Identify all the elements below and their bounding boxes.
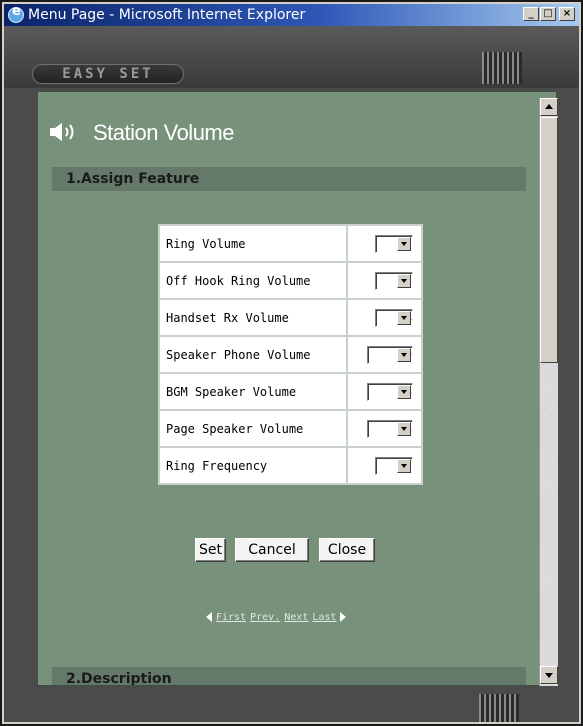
row-label: Off Hook Ring Volume: [160, 263, 346, 298]
table-row: BGM Speaker Volume 8: [160, 374, 421, 409]
internet-explorer-icon: [8, 4, 24, 23]
table-row: Speaker Phone Volume 10: [160, 337, 421, 372]
table-row: Ring Volume 3: [160, 226, 421, 261]
app-header: EASY SET: [4, 26, 579, 88]
close-window-button[interactable]: ×: [559, 7, 575, 21]
last-page-link[interactable]: Last: [312, 612, 336, 623]
window-title: Menu Page - Microsoft Internet Explorer: [28, 7, 306, 23]
speaker-volume-icon: [50, 123, 74, 141]
header-grip-decoration: [482, 52, 522, 84]
handset-rx-volume-select[interactable]: 4: [375, 308, 413, 327]
chevron-down-icon[interactable]: [397, 310, 411, 325]
scroll-down-button[interactable]: [540, 666, 558, 684]
browser-window: Menu Page - Microsoft Internet Explorer …: [0, 0, 583, 726]
ring-frequency-select[interactable]: 5: [375, 456, 413, 475]
scroll-up-button[interactable]: [540, 98, 558, 116]
row-label: BGM Speaker Volume: [160, 374, 346, 409]
set-button[interactable]: Set: [195, 538, 226, 562]
next-page-link[interactable]: Next: [284, 612, 308, 623]
chevron-down-icon[interactable]: [397, 347, 411, 362]
arrow-left-icon: [206, 612, 212, 622]
footer-grip-decoration: [479, 694, 519, 722]
row-label: Speaker Phone Volume: [160, 337, 346, 372]
chevron-down-icon[interactable]: [397, 421, 411, 436]
off-hook-ring-volume-select[interactable]: 3: [375, 271, 413, 290]
cancel-button[interactable]: Cancel: [235, 538, 309, 562]
first-page-link[interactable]: First: [216, 612, 246, 623]
minimize-button[interactable]: _: [523, 7, 539, 21]
bgm-speaker-volume-select[interactable]: 8: [367, 382, 413, 401]
table-row: Off Hook Ring Volume 3: [160, 263, 421, 298]
easy-set-logo: EASY SET: [32, 64, 184, 84]
prev-page-link[interactable]: Prev.: [250, 612, 280, 623]
row-label: Ring Volume: [160, 226, 346, 261]
arrow-right-icon: [340, 612, 347, 622]
table-row: Page Speaker Volume 8: [160, 411, 421, 446]
page-title: Station Volume: [93, 120, 234, 145]
speaker-phone-volume-select[interactable]: 10: [367, 345, 413, 364]
chevron-down-icon[interactable]: [397, 236, 411, 251]
chevron-down-icon[interactable]: [397, 273, 411, 288]
close-button[interactable]: Close: [319, 538, 375, 562]
row-label: Page Speaker Volume: [160, 411, 346, 446]
content-panel: Station Volume 1.Assign Feature Ring Vol…: [37, 91, 557, 686]
table-row: Handset Rx Volume 4: [160, 300, 421, 335]
pagination: First Prev. Next Last: [206, 612, 347, 626]
section-description: 2.Description: [52, 667, 526, 685]
chevron-down-icon[interactable]: [397, 384, 411, 399]
chevron-down-icon[interactable]: [397, 458, 411, 473]
volume-settings-table: Ring Volume 3 Off Hook Ring Volume 3 Han…: [158, 224, 423, 485]
section-assign-feature: 1.Assign Feature: [52, 167, 526, 191]
table-row: Ring Frequency 5: [160, 448, 421, 483]
page-speaker-volume-select[interactable]: 8: [367, 419, 413, 438]
row-label: Handset Rx Volume: [160, 300, 346, 335]
row-label: Ring Frequency: [160, 448, 346, 483]
ring-volume-select[interactable]: 3: [375, 234, 413, 253]
maximize-button[interactable]: □: [540, 7, 556, 21]
title-bar[interactable]: Menu Page - Microsoft Internet Explorer …: [4, 4, 579, 26]
vertical-scrollbar[interactable]: [539, 98, 558, 686]
scroll-thumb[interactable]: [540, 117, 558, 363]
